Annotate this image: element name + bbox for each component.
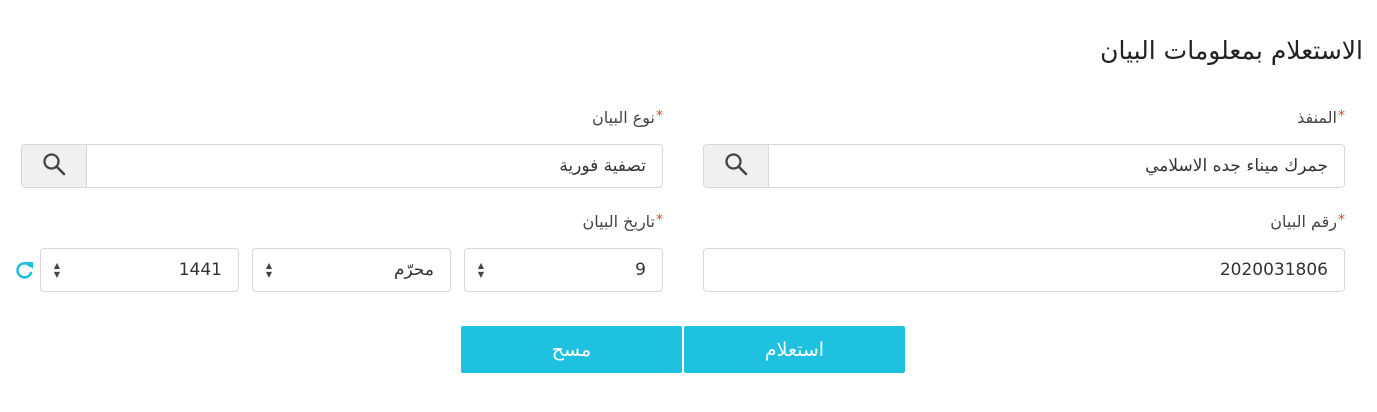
clear-button[interactable]: مسح — [461, 326, 682, 373]
year-value: 1441 — [178, 260, 222, 280]
month-value: محرّم — [394, 260, 434, 280]
declaration-date-label: *تاريخ البيان — [582, 212, 663, 231]
declaration-type-field[interactable]: تصفية فورية — [21, 144, 663, 188]
declaration-type-label-text: نوع البيان — [592, 108, 655, 127]
day-stepper[interactable]: ▲ ▼ 9 — [464, 248, 663, 292]
page-title: الاستعلام بمعلومات البيان — [1100, 36, 1363, 65]
declaration-number-label: *رقم البيان — [1270, 212, 1345, 231]
search-icon — [724, 152, 748, 181]
search-icon — [42, 152, 66, 181]
port-field[interactable]: جمرك ميناء جده الاسلامي — [703, 144, 1345, 188]
day-value: 9 — [635, 260, 646, 280]
declaration-type-label: *نوع البيان — [592, 108, 663, 127]
port-search-button[interactable] — [704, 145, 769, 187]
year-stepper[interactable]: ▲ ▼ 1441 — [40, 248, 239, 292]
port-label-text: المنفذ — [1297, 108, 1337, 127]
declaration-type-value: تصفية فورية — [559, 156, 646, 176]
required-mark: * — [656, 212, 663, 228]
declaration-number-input[interactable]: 2020031806 — [703, 248, 1345, 292]
declaration-number-label-text: رقم البيان — [1270, 212, 1337, 231]
spinner-arrows-icon[interactable]: ▲ ▼ — [473, 261, 489, 279]
declaration-type-search-button[interactable] — [22, 145, 87, 187]
required-mark: * — [656, 108, 663, 124]
refresh-icon[interactable] — [13, 259, 35, 281]
spinner-arrows-icon[interactable]: ▲ ▼ — [49, 261, 65, 279]
inquiry-button[interactable]: استعلام — [684, 326, 905, 373]
port-label: *المنفذ — [1297, 108, 1345, 127]
declaration-date-label-text: تاريخ البيان — [582, 212, 655, 231]
declaration-number-value: 2020031806 — [1219, 260, 1328, 280]
required-mark: * — [1338, 108, 1345, 124]
spinner-arrows-icon[interactable]: ▲ ▼ — [261, 261, 277, 279]
port-value: جمرك ميناء جده الاسلامي — [1145, 156, 1328, 176]
required-mark: * — [1338, 212, 1345, 228]
month-stepper[interactable]: ▲ ▼ محرّم — [252, 248, 451, 292]
